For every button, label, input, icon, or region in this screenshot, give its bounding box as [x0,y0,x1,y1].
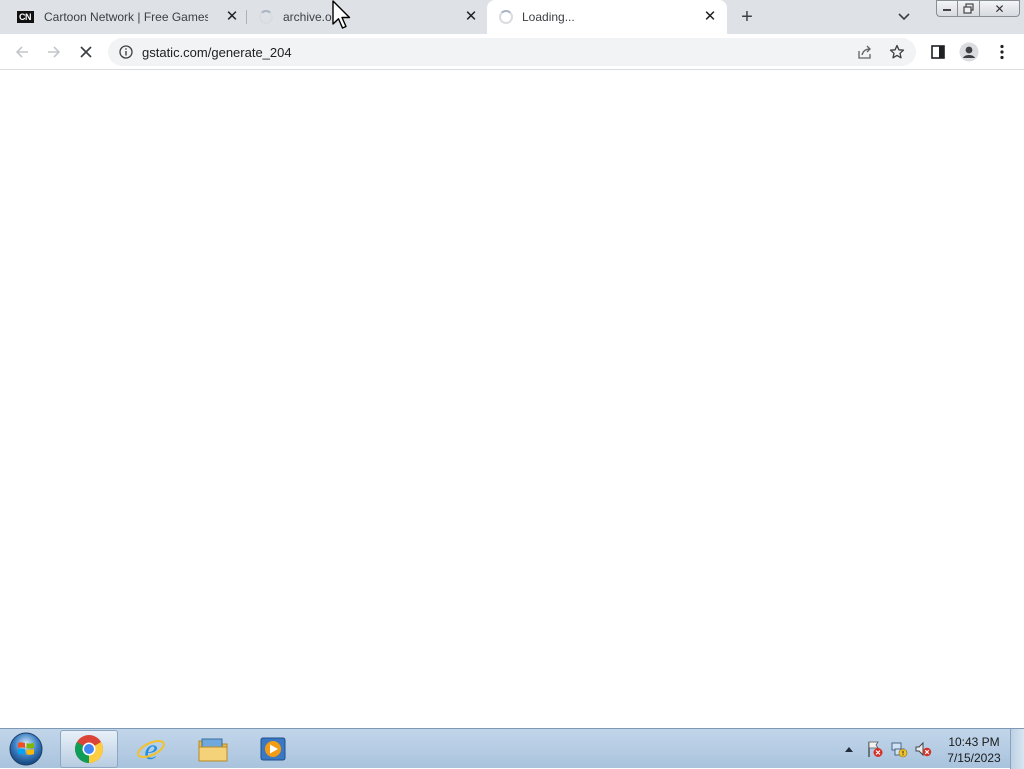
volume-muted-icon[interactable] [914,740,932,758]
taskbar-internet-explorer[interactable]: e [122,730,180,768]
tab-cartoon-network[interactable]: CN Cartoon Network | Free Games, C ✕ [0,0,246,34]
address-bar[interactable]: gstatic.com/generate_204 [108,38,916,66]
profile-avatar-icon[interactable] [959,42,979,62]
restore-button[interactable] [958,0,980,17]
loading-spinner-icon [257,8,275,26]
url-text[interactable]: gstatic.com/generate_204 [142,45,292,60]
back-arrow-icon[interactable] [10,40,34,64]
close-icon[interactable]: ✕ [702,8,718,25]
browser-toolbar: gstatic.com/generate_204 [0,34,1024,70]
show-hidden-icons-icon[interactable] [842,742,856,756]
chevron-down-icon[interactable] [894,8,914,26]
windows-start-button[interactable] [6,730,46,768]
windows-start-orb-icon [9,732,43,766]
close-window-button[interactable]: ✕ [980,0,1020,17]
taskbar-file-explorer[interactable] [184,730,242,768]
side-panel-icon[interactable] [928,42,948,62]
loading-spinner-icon [497,8,515,26]
tab-title: Cartoon Network | Free Games, C [44,10,208,24]
taskbar-media-player[interactable] [244,730,302,768]
tab-archive[interactable]: archive.org ✕ [247,0,487,34]
minimize-button[interactable] [936,0,958,17]
cartoon-network-favicon-icon: CN [16,8,34,26]
mouse-cursor-icon [332,0,354,32]
folder-icon [198,738,228,762]
close-icon[interactable]: ✕ [224,8,240,25]
system-clock[interactable]: 10:43 PM 7/15/2023 [938,734,1010,766]
clock-time: 10:43 PM [948,735,1000,749]
ie-icon: e [137,733,165,765]
chrome-icon [75,735,103,763]
tab-title: archive.org [283,10,337,24]
share-icon[interactable] [856,43,874,61]
svg-text:e: e [144,733,157,765]
star-icon[interactable] [888,43,906,61]
stop-loading-icon[interactable] [74,40,98,64]
tab-title: Loading... [522,10,575,24]
media-player-icon [260,737,286,761]
forward-arrow-icon[interactable] [42,40,66,64]
tab-loading[interactable]: Loading... ✕ [487,0,727,34]
show-desktop-button[interactable] [1010,729,1024,769]
clock-date: 7/15/2023 [947,751,1001,765]
tab-strip: CN Cartoon Network | Free Games, C ✕ arc… [0,0,1024,34]
taskbar: e 10:43 PM 7/15/2023 [0,728,1024,769]
close-icon[interactable]: ✕ [463,8,479,25]
kebab-menu-icon[interactable] [992,42,1012,62]
network-error-icon[interactable] [890,740,908,758]
taskbar-chrome[interactable] [60,730,118,768]
page-content[interactable] [0,71,1024,728]
flag-error-icon[interactable] [866,740,884,758]
window-controls: ✕ [936,0,1020,18]
plus-icon[interactable]: + [736,6,758,28]
info-circle-icon[interactable] [118,44,134,60]
